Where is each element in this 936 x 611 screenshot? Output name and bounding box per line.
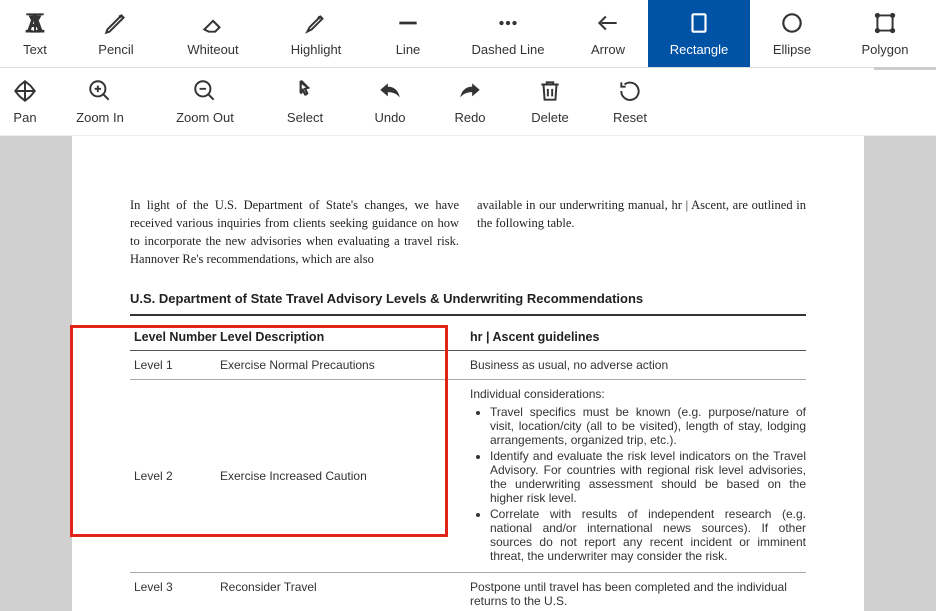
select-label: Select bbox=[287, 110, 323, 125]
cell-desc: Reconsider Travel bbox=[220, 580, 470, 608]
text-icon: A bbox=[22, 10, 48, 36]
redo-icon bbox=[457, 78, 483, 104]
highlight-label: Highlight bbox=[291, 42, 342, 57]
zoom-out-tool[interactable]: Zoom Out bbox=[150, 68, 260, 135]
cell-guideline: Individual considerations: Travel specif… bbox=[470, 387, 806, 565]
redo-label: Redo bbox=[454, 110, 485, 125]
reset-button[interactable]: Reset bbox=[590, 68, 670, 135]
table-row: Level 1 Exercise Normal Precautions Busi… bbox=[130, 351, 806, 380]
rectangle-label: Rectangle bbox=[670, 42, 729, 57]
rectangle-icon bbox=[686, 10, 712, 36]
arrow-icon bbox=[595, 10, 621, 36]
cell-guideline: Business as usual, no adverse action bbox=[470, 358, 806, 372]
bullet-item: Correlate with results of independent re… bbox=[490, 507, 806, 563]
zoom-out-icon bbox=[192, 78, 218, 104]
reset-icon bbox=[617, 78, 643, 104]
view-toolbar: Pan Zoom In Zoom Out Select Undo Redo De… bbox=[0, 68, 936, 136]
cell-level: Level 3 bbox=[130, 580, 220, 608]
table-row: Level 2 Exercise Increased Caution Indiv… bbox=[130, 380, 806, 573]
select-tool[interactable]: Select bbox=[260, 68, 350, 135]
highlight-tool[interactable]: Highlight bbox=[264, 0, 368, 67]
intro-right: available in our underwriting manual, hr… bbox=[477, 196, 806, 269]
cell-guideline: Postpone until travel has been completed… bbox=[470, 580, 806, 608]
section-title: U.S. Department of State Travel Advisory… bbox=[130, 291, 806, 306]
cell-level: Level 1 bbox=[130, 358, 220, 372]
pan-icon bbox=[12, 78, 38, 104]
pencil-tool[interactable]: Pencil bbox=[70, 0, 162, 67]
cell-desc: Exercise Increased Caution bbox=[220, 469, 470, 483]
undo-label: Undo bbox=[374, 110, 405, 125]
delete-button[interactable]: Delete bbox=[510, 68, 590, 135]
zoom-in-tool[interactable]: Zoom In bbox=[50, 68, 150, 135]
ellipse-label: Ellipse bbox=[773, 42, 811, 57]
arrow-label: Arrow bbox=[591, 42, 625, 57]
table-row: Level 3 Reconsider Travel Postpone until… bbox=[130, 573, 806, 611]
trash-icon bbox=[537, 78, 563, 104]
highlighter-icon bbox=[303, 10, 329, 36]
dashed-label: Dashed Line bbox=[472, 42, 545, 57]
section-rule bbox=[130, 314, 806, 316]
bullet-item: Identify and evaluate the risk level ind… bbox=[490, 449, 806, 505]
pan-tool[interactable]: Pan bbox=[0, 68, 50, 135]
arrow-tool[interactable]: Arrow bbox=[568, 0, 648, 67]
line-tool[interactable]: Line bbox=[368, 0, 448, 67]
zoom-out-label: Zoom Out bbox=[176, 110, 234, 125]
rectangle-tool[interactable]: Rectangle bbox=[648, 0, 750, 67]
whiteout-tool[interactable]: Whiteout bbox=[162, 0, 264, 67]
redo-button[interactable]: Redo bbox=[430, 68, 510, 135]
polygon-label: Polygon bbox=[862, 42, 909, 57]
ellipse-tool[interactable]: Ellipse bbox=[750, 0, 834, 67]
undo-button[interactable]: Undo bbox=[350, 68, 430, 135]
eraser-icon bbox=[200, 10, 226, 36]
svg-text:A: A bbox=[26, 12, 44, 36]
guideline-bullets: Travel specifics must be known (e.g. pur… bbox=[470, 405, 806, 563]
cell-level: Level 2 bbox=[130, 469, 220, 483]
dashed-icon bbox=[495, 10, 521, 36]
zoom-in-icon bbox=[87, 78, 113, 104]
intro-left: In light of the U.S. Department of State… bbox=[130, 196, 459, 269]
header-level-number: Level Number bbox=[130, 330, 220, 344]
line-label: Line bbox=[396, 42, 421, 57]
header-guidelines: hr | Ascent guidelines bbox=[470, 330, 806, 344]
undo-icon bbox=[377, 78, 403, 104]
ellipse-icon bbox=[779, 10, 805, 36]
intro-paragraphs: In light of the U.S. Department of State… bbox=[130, 196, 806, 269]
text-tool[interactable]: A Text bbox=[0, 0, 70, 67]
reset-label: Reset bbox=[613, 110, 647, 125]
line-icon bbox=[395, 10, 421, 36]
document-page: In light of the U.S. Department of State… bbox=[72, 136, 864, 611]
cell-desc: Exercise Normal Precautions bbox=[220, 358, 470, 372]
table-header: Level Number Level Description hr | Asce… bbox=[130, 324, 806, 350]
text-label: Text bbox=[23, 42, 47, 57]
dashed-line-tool[interactable]: Dashed Line bbox=[448, 0, 568, 67]
bullet-item: Travel specifics must be known (e.g. pur… bbox=[490, 405, 806, 447]
editor-canvas[interactable]: In light of the U.S. Department of State… bbox=[0, 136, 936, 611]
whiteout-label: Whiteout bbox=[187, 42, 238, 57]
polygon-tool[interactable]: Polygon bbox=[834, 0, 936, 67]
select-icon bbox=[292, 78, 318, 104]
guideline-header: Individual considerations: bbox=[470, 387, 806, 401]
zoom-in-label: Zoom In bbox=[76, 110, 124, 125]
polygon-icon bbox=[872, 10, 898, 36]
delete-label: Delete bbox=[531, 110, 569, 125]
header-level-description: Level Description bbox=[220, 330, 470, 344]
annotation-toolbar: A Text Pencil Whiteout Highlight Line Da… bbox=[0, 0, 936, 68]
pencil-icon bbox=[103, 10, 129, 36]
pan-label: Pan bbox=[13, 110, 36, 125]
pencil-label: Pencil bbox=[98, 42, 133, 57]
